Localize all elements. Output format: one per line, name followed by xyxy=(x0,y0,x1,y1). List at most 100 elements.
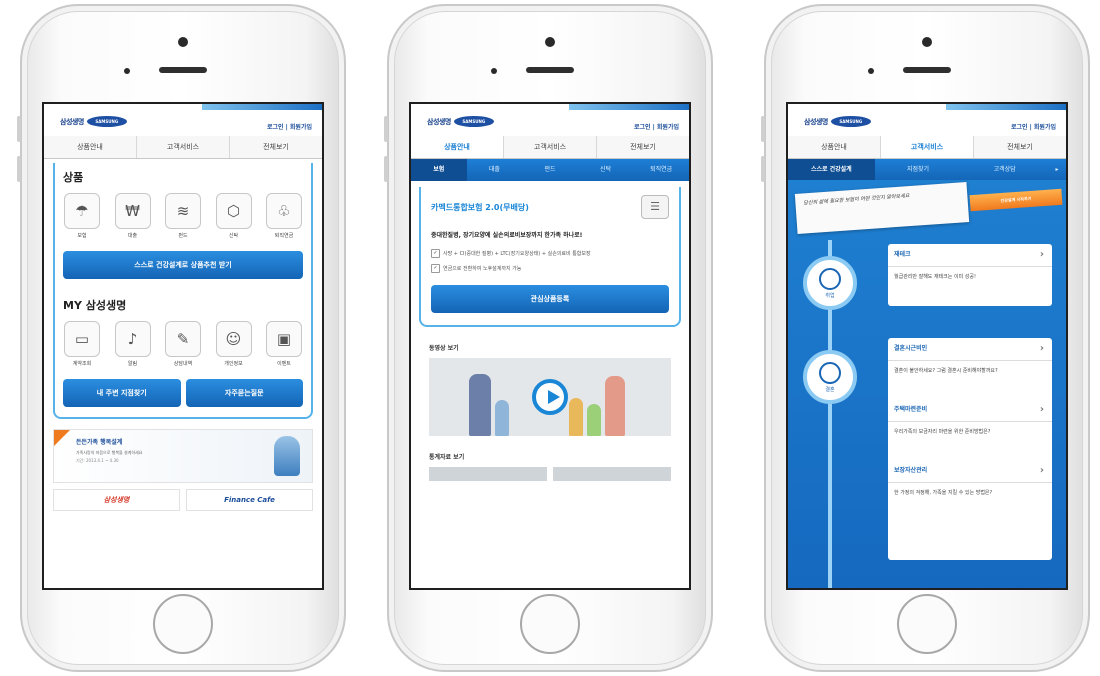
sensor-dot xyxy=(124,68,130,74)
stats-thumbnail[interactable] xyxy=(553,467,671,481)
info-box[interactable]: 재테크 월급관리만 잘해도 재테크는 이미 성공! xyxy=(888,244,1052,306)
my-label: 계약조회 xyxy=(72,361,92,367)
subnav-next-icon[interactable]: ▸ xyxy=(1048,159,1066,181)
subtab-consult[interactable]: 고객상담 xyxy=(961,159,1048,181)
person-icon: ☺ xyxy=(215,321,252,357)
stage-marriage[interactable]: 결혼 xyxy=(803,350,857,404)
figure-father xyxy=(469,374,491,436)
phone-frame-3: 삼성생명 SAMSUNG 로그인 | 회원가입 상품안내 고객서비스 전체보기 … xyxy=(761,4,1090,672)
sensor-dot xyxy=(868,68,874,74)
figure-mother xyxy=(605,376,625,436)
info-box-title[interactable]: 결혼시근비인 xyxy=(888,338,1052,361)
play-icon[interactable] xyxy=(532,379,568,415)
info-box-title[interactable]: 보장자산관리 xyxy=(888,460,1052,483)
service-subnav: 스스로 건강설계 지점찾기 고객상담 ▸ xyxy=(788,159,1066,181)
tab-customer-service[interactable]: 고객서비스 xyxy=(504,136,597,158)
my-profile[interactable]: ☺ 개인정보 xyxy=(215,321,253,367)
tab-view-all[interactable]: 전체보기 xyxy=(230,136,322,158)
loan-icon: ₩ xyxy=(114,193,151,229)
subtab-insurance[interactable]: 보험 xyxy=(411,159,467,181)
phone-screen-2: 삼성생명 SAMSUNG 로그인 | 회원가입 상품안내 고객서비스 전체보기 … xyxy=(409,102,691,590)
home-button[interactable] xyxy=(520,594,580,654)
figure-child xyxy=(587,404,601,436)
brand-kr: 삼성생명 xyxy=(427,117,451,126)
list-icon[interactable]: ☰ xyxy=(641,195,669,219)
info-box-text: 한 가정의 걱정해, 가족을 지킬 수 있는 방법은? xyxy=(894,490,993,496)
fund-icon: ≋ xyxy=(165,193,201,229)
login-link[interactable]: 로그인 | 회원가입 xyxy=(267,122,312,131)
trust-icon: ⬡ xyxy=(215,193,252,229)
footer-logo-right[interactable]: Finance Cafe xyxy=(186,489,313,511)
banner-text: 가족사랑의 마음으로 행복을 설계하세요 xyxy=(76,450,143,455)
faq-button[interactable]: 자주묻는질문 xyxy=(185,379,303,407)
product-fund[interactable]: ≋ 펀드 xyxy=(164,193,202,239)
tab-customer-service[interactable]: 고객서비스 xyxy=(137,136,230,158)
home-button[interactable] xyxy=(153,594,213,654)
footer-logo-left[interactable]: 삼성생명 xyxy=(53,489,180,511)
my-event[interactable]: ▣ 이벤트 xyxy=(265,321,303,367)
my-icon-row: ▭ 계약조회 ♪ 알림 ✎ 상담내역 ☺ 개인정보 ▣ 이벤트 xyxy=(63,321,303,367)
stage-job[interactable]: 취업 xyxy=(803,256,857,310)
subtab-self-planning[interactable]: 스스로 건강설계 xyxy=(788,159,875,181)
app-header: 삼성생명 SAMSUNG 로그인 | 회원가입 xyxy=(44,104,322,136)
app-header: 삼성생명 SAMSUNG 로그인 | 회원가입 xyxy=(411,104,689,136)
product-insurance[interactable]: ☂ 보험 xyxy=(63,193,101,239)
product-trust[interactable]: ⬡ 신탁 xyxy=(215,193,253,239)
info-box-title: 재테크 xyxy=(888,244,1052,267)
start-planning-button[interactable]: 건강설계 시작하기 xyxy=(969,188,1063,212)
home-button[interactable] xyxy=(897,594,957,654)
my-consult[interactable]: ✎ 상담내역 xyxy=(164,321,202,367)
bell-icon: ♪ xyxy=(114,321,151,357)
add-interest-button[interactable]: 관심상품등록 xyxy=(431,285,669,313)
product-label: 보험 xyxy=(77,233,87,239)
stats-section-title: 통계자료 보기 xyxy=(429,454,465,461)
product-pension[interactable]: ♧ 퇴직연금 xyxy=(265,193,303,239)
login-link[interactable]: 로그인 | 회원가입 xyxy=(1011,122,1056,131)
my-contract[interactable]: ▭ 계약조회 xyxy=(63,321,101,367)
subtab-loan[interactable]: 대출 xyxy=(467,159,523,181)
camera-icon xyxy=(922,37,932,47)
gift-icon: ▣ xyxy=(266,321,302,357)
promo-banner[interactable]: 든든가족 행복설계 가족사랑의 마음으로 행복을 설계하세요 기간: 2013.… xyxy=(53,429,313,483)
subtab-pension[interactable]: 퇴직연금 xyxy=(633,159,689,181)
product-label: 펀드 xyxy=(178,233,188,239)
samsung-life-logo[interactable]: 삼성생명 SAMSUNG xyxy=(804,116,871,127)
ring-icon xyxy=(819,362,841,384)
quick-button-row: 내 주변 지점찾기 자주묻는질문 xyxy=(63,379,303,407)
speaker-grille xyxy=(526,67,574,73)
phone-frame-1: 삼성생명 SAMSUNG 로그인 | 회원가입 상품안내 고객서비스 전체보기 … xyxy=(17,4,346,672)
tab-products[interactable]: 상품안내 xyxy=(411,136,504,158)
samsung-life-logo[interactable]: 삼성생명 SAMSUNG xyxy=(427,116,494,127)
phone-screen-1: 삼성생명 SAMSUNG 로그인 | 회원가입 상품안내 고객서비스 전체보기 … xyxy=(42,102,324,590)
feature-item: ✓ 연금으로 전환하여 노후설계까지 가능 xyxy=(431,264,669,273)
home-panel: 상품 ☂ 보험 ₩ 대출 ≋ 펀드 ⬡ 신탁 ♧ 퇴직연금 스스로 건강설계로 상품추천 … xyxy=(53,163,313,419)
video-player[interactable] xyxy=(429,358,671,436)
volume-button xyxy=(761,156,765,182)
header-accent-bar xyxy=(569,104,689,110)
briefcase-icon xyxy=(819,268,841,290)
volume-button xyxy=(384,116,388,142)
my-alarm[interactable]: ♪ 알림 xyxy=(114,321,152,367)
login-link[interactable]: 로그인 | 회원가입 xyxy=(634,122,679,131)
recommend-button[interactable]: 스스로 건강설계로 상품추천 받기 xyxy=(63,251,303,279)
product-loan[interactable]: ₩ 대출 xyxy=(114,193,152,239)
subtab-trust[interactable]: 신탁 xyxy=(578,159,634,181)
product-icon-row: ☂ 보험 ₩ 대출 ≋ 펀드 ⬡ 신탁 ♧ 퇴직연금 xyxy=(63,193,303,239)
subtab-fund[interactable]: 펀드 xyxy=(522,159,578,181)
speaker-grille xyxy=(159,67,207,73)
tab-products[interactable]: 상품안내 xyxy=(788,136,881,158)
tab-products[interactable]: 상품안내 xyxy=(44,136,137,158)
tab-view-all[interactable]: 전체보기 xyxy=(974,136,1066,158)
camera-icon xyxy=(545,37,555,47)
stats-thumbnail[interactable] xyxy=(429,467,547,481)
samsung-life-logo[interactable]: 삼성생명 SAMSUNG xyxy=(60,116,127,127)
banner-person-image xyxy=(274,436,300,476)
product-card: 카멕드통합보험 2.0(무배당) ☰ 중대한질병, 장기요양에 실손의료비보장까… xyxy=(419,187,681,327)
volume-button xyxy=(17,156,21,182)
feature-text: 사망 + CI(중대한 질병) + LTC(장기요양상태) + 실손의료비 통합… xyxy=(443,251,591,257)
info-box-title[interactable]: 주택마련준비 xyxy=(888,399,1052,422)
tab-view-all[interactable]: 전체보기 xyxy=(597,136,689,158)
tab-customer-service[interactable]: 고객서비스 xyxy=(881,136,974,158)
branch-finder-button[interactable]: 내 주변 지점찾기 xyxy=(63,379,181,407)
subtab-branch[interactable]: 지점찾기 xyxy=(875,159,962,181)
